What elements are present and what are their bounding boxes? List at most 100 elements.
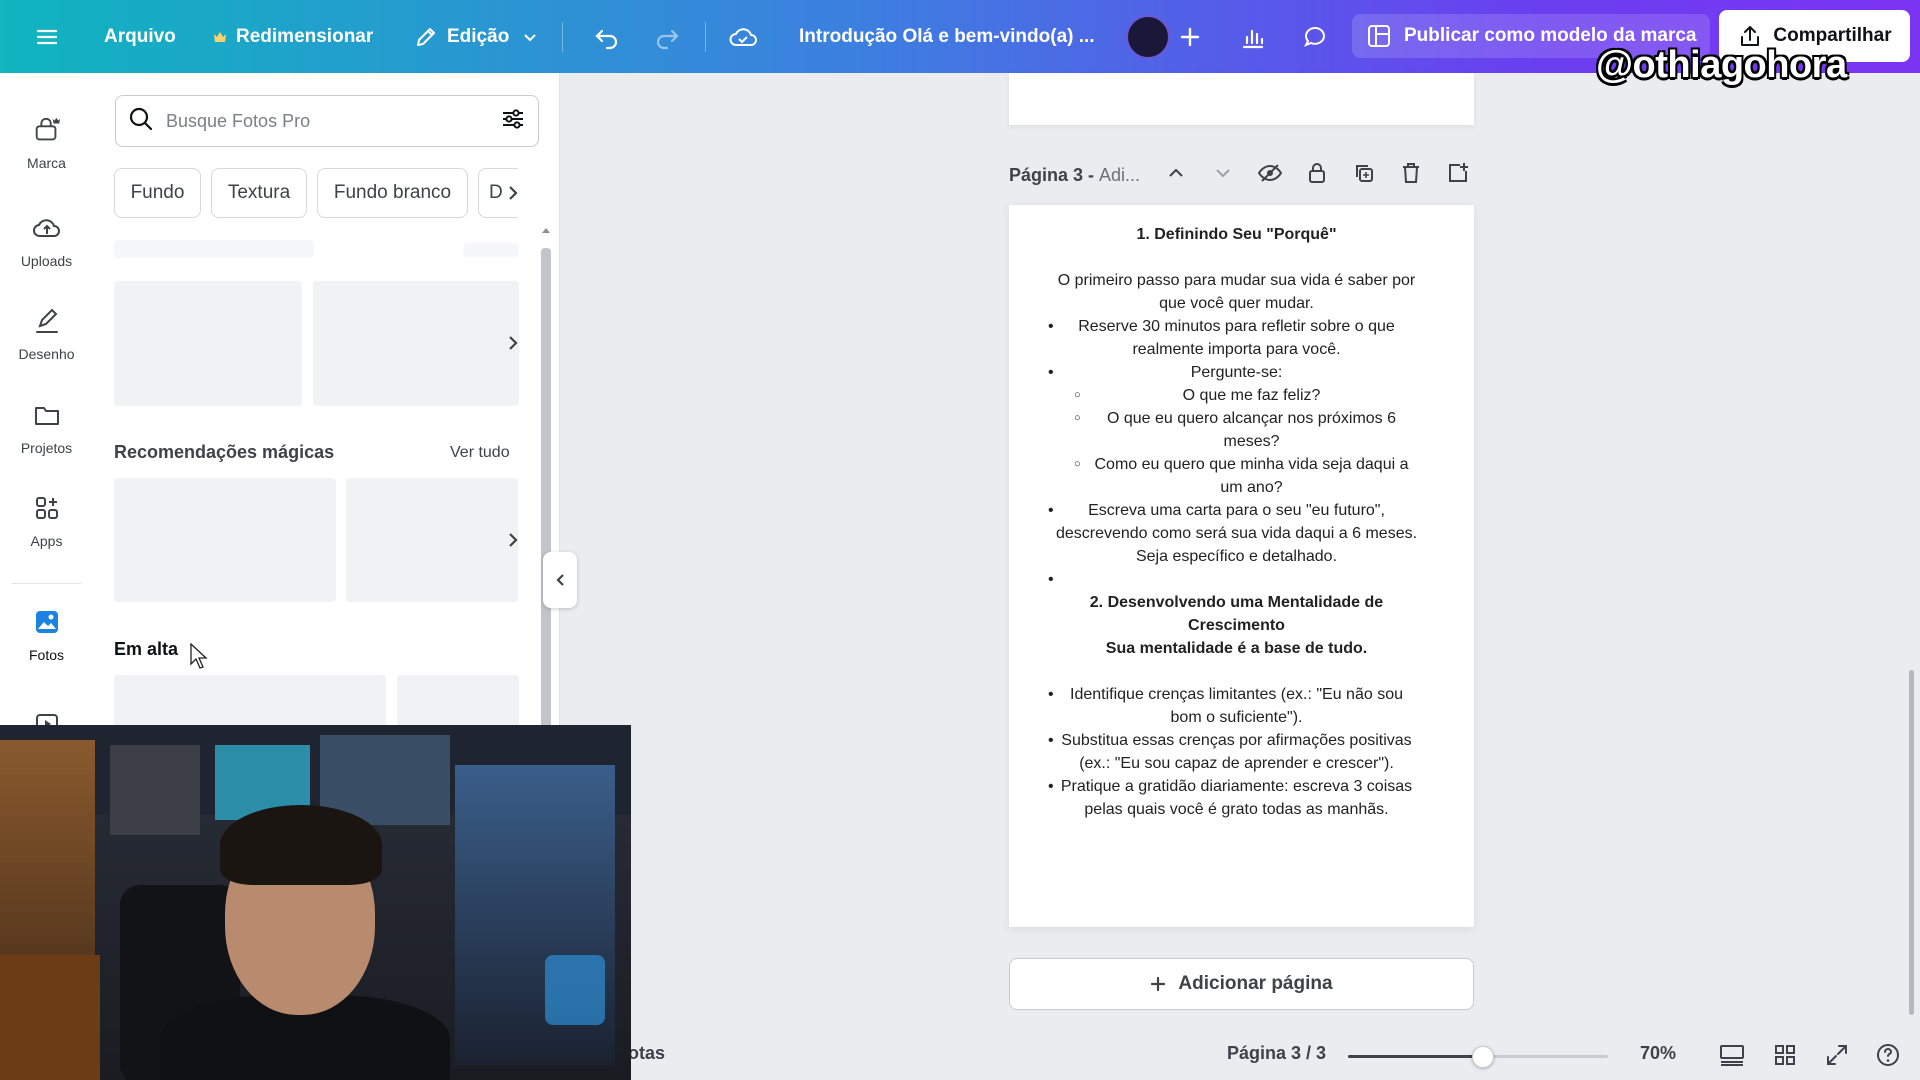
rail-item-label: Marca [27, 155, 66, 171]
mouse-cursor-icon [190, 643, 208, 669]
sub-list-item: Como eu quero que minha vida seja daqui … [1074, 453, 1419, 499]
apps-icon [32, 493, 62, 523]
canvas-scrollbar-thumb[interactable] [1909, 670, 1914, 1015]
bullet-list: Reserve 30 minutos para refletir sobre o… [1048, 315, 1419, 591]
row-scroll-right-icon[interactable] [501, 331, 525, 355]
edit-mode-button[interactable]: Edição [413, 15, 543, 59]
crown-icon [212, 24, 228, 50]
row-scroll-right-icon[interactable] [501, 528, 525, 552]
chevron-up-icon[interactable] [1163, 160, 1189, 186]
list-item: Escreva uma carta para o seu "eu futuro"… [1048, 499, 1419, 568]
rail-item-fotos[interactable]: Fotos [0, 607, 93, 663]
scroll-up-arrow-icon[interactable] [540, 225, 552, 235]
search-box[interactable] [115, 95, 539, 147]
list-item: Pratique a gratidão diariamente: escreva… [1048, 775, 1419, 821]
zoom-slider[interactable] [1348, 1046, 1608, 1068]
file-menu-button[interactable]: Arquivo [104, 15, 176, 59]
notes-button[interactable]: otas [628, 1043, 665, 1064]
scrollbar-thumb[interactable] [541, 248, 551, 748]
rail-item-uploads[interactable]: Uploads [0, 213, 93, 269]
resize-label: Redimensionar [236, 25, 374, 47]
chip-fundo[interactable]: Fundo [114, 168, 201, 218]
image-placeholder[interactable] [313, 281, 519, 406]
plus-icon [1151, 976, 1166, 992]
rail-item-label: Projetos [20, 440, 73, 456]
add-page-after-icon[interactable] [1445, 160, 1471, 186]
image-placeholder[interactable] [114, 478, 336, 602]
chevron-down-icon[interactable] [1210, 160, 1236, 186]
zoom-knob[interactable] [1472, 1046, 1494, 1068]
rail-divider [12, 583, 81, 584]
page-title: Página 3 - [1009, 164, 1095, 185]
page-count[interactable]: Página 3 / 3 [1227, 1043, 1326, 1064]
toolbar-divider [562, 22, 563, 52]
chip-fundo-branco[interactable]: Fundo branco [317, 168, 468, 218]
section-heading: 2. Desenvolvendo uma Mentalidade de Cres… [1089, 594, 1384, 634]
page-actions [1163, 160, 1471, 186]
sub-list-item: O que me faz feliz? [1074, 384, 1419, 407]
rail-item-marca[interactable]: Marca [0, 115, 93, 171]
duplicate-page-icon[interactable] [1351, 160, 1377, 186]
chip-textura[interactable]: Textura [211, 168, 307, 218]
fullscreen-icon[interactable] [1823, 1041, 1851, 1069]
search-input[interactable] [166, 110, 488, 132]
redo-icon[interactable] [653, 15, 681, 59]
background-light [545, 955, 605, 1025]
filter-sliders-icon[interactable] [500, 106, 526, 137]
page-subtitle[interactable]: Adi... [1099, 165, 1140, 186]
list-item: Identifique crenças limitantes (ex.: "Eu… [1048, 683, 1419, 729]
lock-icon[interactable] [1304, 160, 1330, 186]
see-all-link[interactable]: Ver tudo [450, 444, 510, 462]
rail-item-desenho[interactable]: Desenho [0, 306, 93, 362]
zoom-fill [1348, 1055, 1483, 1058]
chips-scroll-right-icon[interactable] [501, 181, 525, 205]
collapse-panel-button[interactable] [543, 552, 577, 608]
hide-page-eye-icon[interactable] [1257, 160, 1283, 186]
chip-label: Fundo branco [333, 182, 452, 203]
sub-list: O que me faz feliz? O que eu quero alcan… [1054, 384, 1419, 499]
person-hair [220, 805, 382, 885]
paragraph: O primeiro passo para mudar sua vida é s… [1057, 272, 1416, 312]
resize-button[interactable]: Redimensionar [212, 15, 373, 59]
document-title-text: Introdução Olá e bem-vindo(a) ... [799, 25, 1095, 47]
file-menu-label: Arquivo [104, 25, 176, 47]
sub-list-item: O que eu quero alcançar nos próximos 6 m… [1074, 407, 1419, 453]
rail-item-label: Uploads [20, 253, 73, 269]
rail-item-label: Apps [30, 533, 63, 549]
rail-item-apps[interactable]: Apps [0, 493, 93, 549]
edit-mode-label: Edição [447, 25, 510, 47]
delete-page-icon[interactable] [1398, 160, 1424, 186]
section-heading-magic: Recomendações mágicas [114, 442, 335, 462]
hamburger-menu-icon[interactable] [34, 15, 60, 59]
insights-chart-icon[interactable] [1239, 15, 1267, 59]
image-placeholder[interactable] [346, 478, 518, 602]
panel-scrollbar[interactable] [540, 153, 552, 753]
list-item-text: Pergunte-se: [1190, 364, 1283, 381]
list-item: Reserve 30 minutos para refletir sobre o… [1048, 315, 1419, 361]
add-page-button[interactable]: Adicionar página [1009, 958, 1474, 1010]
add-collaborator-icon[interactable] [1178, 15, 1202, 59]
notes-view-icon[interactable] [1718, 1041, 1746, 1069]
undo-icon[interactable] [593, 15, 621, 59]
cloud-upload-icon [32, 213, 62, 243]
document-title[interactable]: Introdução Olá e bem-vindo(a) ... [799, 15, 1095, 59]
background-shelf [110, 745, 200, 835]
grid-view-icon[interactable] [1771, 1041, 1799, 1069]
chevron-left-icon [556, 574, 564, 586]
comment-icon[interactable] [1301, 15, 1329, 59]
zoom-level[interactable]: 70% [1640, 1043, 1676, 1064]
image-placeholder[interactable] [114, 281, 302, 406]
chevron-down-icon [517, 24, 543, 50]
webcam-overlay [0, 725, 631, 1080]
document-page[interactable]: 1. Definindo Seu "Porquê" O primeiro pas… [1009, 205, 1474, 927]
previous-page-bottom [1009, 73, 1474, 125]
rail-item-label: Desenho [18, 346, 75, 362]
help-icon[interactable] [1874, 1041, 1902, 1069]
rail-item-projetos[interactable]: Projetos [0, 400, 93, 456]
brand-icon [32, 115, 62, 145]
cloud-saved-icon[interactable] [728, 15, 758, 59]
folder-icon [32, 400, 62, 430]
avatar[interactable] [1126, 15, 1170, 59]
